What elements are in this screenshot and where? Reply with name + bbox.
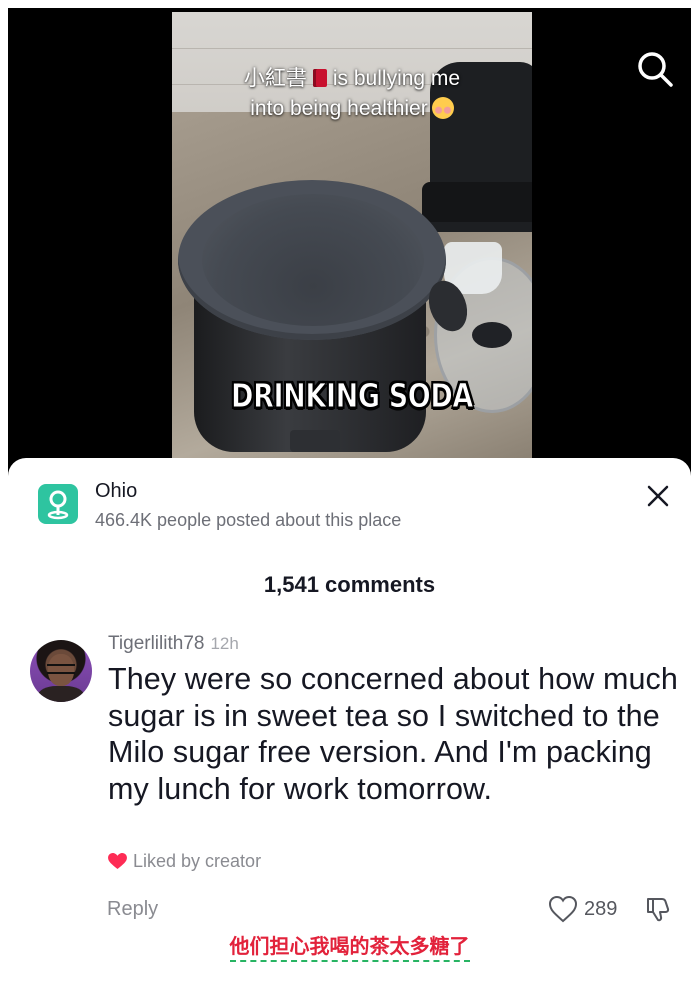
heart-outline-icon	[548, 895, 578, 923]
caption-text: into being healthier	[250, 97, 428, 120]
caption-line-1: 小紅書 is bullying me	[172, 64, 532, 94]
like-count: 289	[584, 897, 618, 920]
caption-text: is bullying me	[332, 67, 461, 90]
lid-knob	[472, 322, 512, 348]
comment-username[interactable]: Tigerlilith78	[108, 633, 204, 654]
map-pin-icon	[38, 484, 78, 524]
avatar-glasses	[47, 664, 75, 674]
red-book-icon	[312, 69, 327, 87]
video-caption: 小紅書 is bullying me into being healthier	[172, 64, 532, 124]
chinese-translation: 他们担心我喝的茶太多糖了	[8, 930, 691, 962]
comment-username-row: Tigerlilith78 12h	[108, 633, 239, 655]
caption-line-2: into being healthier	[172, 94, 532, 124]
comment-text: They were so concerned about how much su…	[108, 662, 678, 806]
comments-sheet: Ohio 466.4K people posted about this pla…	[8, 458, 691, 987]
liked-by-creator-badge: Liked by creator	[108, 851, 261, 872]
close-button[interactable]	[644, 482, 672, 510]
search-button[interactable]	[634, 48, 676, 90]
liked-by-creator-label: Liked by creator	[133, 851, 262, 871]
caption-app-name: 小紅書	[243, 67, 307, 90]
search-icon	[638, 52, 673, 87]
kettle-base	[422, 182, 532, 222]
video-player[interactable]: 小紅書 is bullying me into being healthier D…	[8, 8, 691, 478]
thumbs-down-icon	[647, 898, 670, 922]
avatar-shirt	[38, 686, 84, 702]
dislike-button[interactable]	[644, 894, 674, 924]
tile-line	[172, 48, 532, 49]
reply-button[interactable]: Reply	[107, 898, 158, 921]
blush-emoji-icon	[431, 97, 454, 119]
comment-count: 1,541 comments	[263, 572, 436, 597]
rice-cooker-pot	[202, 194, 424, 326]
like-button[interactable]: 289	[548, 894, 617, 924]
heart-filled-icon	[108, 853, 127, 870]
translation-text: 他们担心我喝的茶太多糖了	[229, 934, 470, 962]
avatar[interactable]	[30, 640, 92, 702]
video-frame[interactable]: 小紅書 is bullying me into being healthier D…	[172, 12, 532, 478]
video-overlay-text: DRINKING SODA	[231, 376, 474, 416]
rice-cooker-display	[290, 430, 340, 452]
place-banner[interactable]: Ohio 466.4K people posted about this pla…	[38, 480, 658, 540]
place-subtitle: 466.4K people posted about this place	[95, 510, 402, 530]
page: 小紅書 is bullying me into being healthier D…	[0, 0, 691, 987]
place-name[interactable]: Ohio	[95, 480, 137, 503]
comment-timestamp: 12h	[210, 634, 239, 653]
close-icon	[647, 485, 669, 507]
